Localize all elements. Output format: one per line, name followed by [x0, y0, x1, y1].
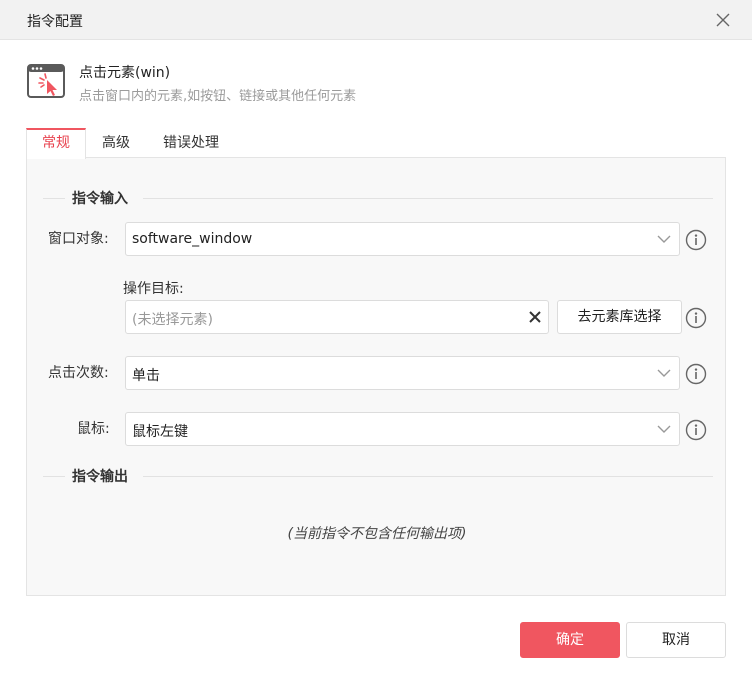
mouse-label: 鼠标: [77, 421, 110, 437]
mouse-button-value: 鼠标左键 [132, 424, 188, 440]
close-icon[interactable] [712, 9, 734, 31]
section-output: 指令输出 [43, 466, 713, 486]
settings-panel: 指令输入 窗口对象: software_window 操作目标: (未选择元素)… [26, 157, 726, 596]
confirm-button[interactable]: 确定 [520, 622, 620, 658]
section-input-title: 指令输入 [72, 191, 128, 207]
divider [43, 476, 65, 477]
info-icon[interactable] [685, 229, 707, 251]
info-icon[interactable] [685, 363, 707, 385]
no-output-note: (当前指令不包含任何输出项) [287, 526, 467, 542]
info-icon[interactable] [685, 419, 707, 441]
divider [143, 198, 713, 199]
section-input: 指令输入 [43, 188, 713, 208]
info-icon[interactable] [685, 307, 707, 329]
divider [143, 476, 713, 477]
tab-general[interactable]: 常规 [26, 128, 86, 159]
command-name: 点击元素(win) [79, 65, 171, 81]
chevron-down-icon [657, 425, 671, 433]
click-count-select[interactable]: 单击 [125, 356, 680, 390]
window-object-select[interactable]: software_window [125, 222, 680, 256]
operation-target-input[interactable]: (未选择元素) [125, 300, 549, 334]
window-object-value: software_window [132, 231, 253, 247]
clear-icon[interactable] [528, 310, 542, 324]
click-count-label: 点击次数: [48, 365, 109, 381]
section-output-title: 指令输出 [72, 469, 128, 485]
element-library-button[interactable]: 去元素库选择 [557, 300, 682, 334]
click-count-value: 单击 [132, 368, 160, 384]
dialog-titlebar: 指令配置 [0, 0, 752, 40]
chevron-down-icon [657, 235, 671, 243]
chevron-down-icon [657, 369, 671, 377]
window-object-label: 窗口对象: [48, 231, 109, 247]
mouse-button-select[interactable]: 鼠标左键 [125, 412, 680, 446]
tab-advanced[interactable]: 高级 [88, 128, 144, 158]
operation-target-label: 操作目标: [123, 281, 184, 297]
tab-error-handling[interactable]: 错误处理 [150, 128, 232, 158]
cancel-button[interactable]: 取消 [626, 622, 726, 658]
operation-target-placeholder: (未选择元素) [132, 312, 213, 328]
dialog-title: 指令配置 [27, 14, 83, 30]
command-description: 点击窗口内的元素,如按钮、链接或其他任何元素 [79, 89, 357, 104]
click-element-icon [27, 64, 65, 98]
divider [43, 198, 65, 199]
